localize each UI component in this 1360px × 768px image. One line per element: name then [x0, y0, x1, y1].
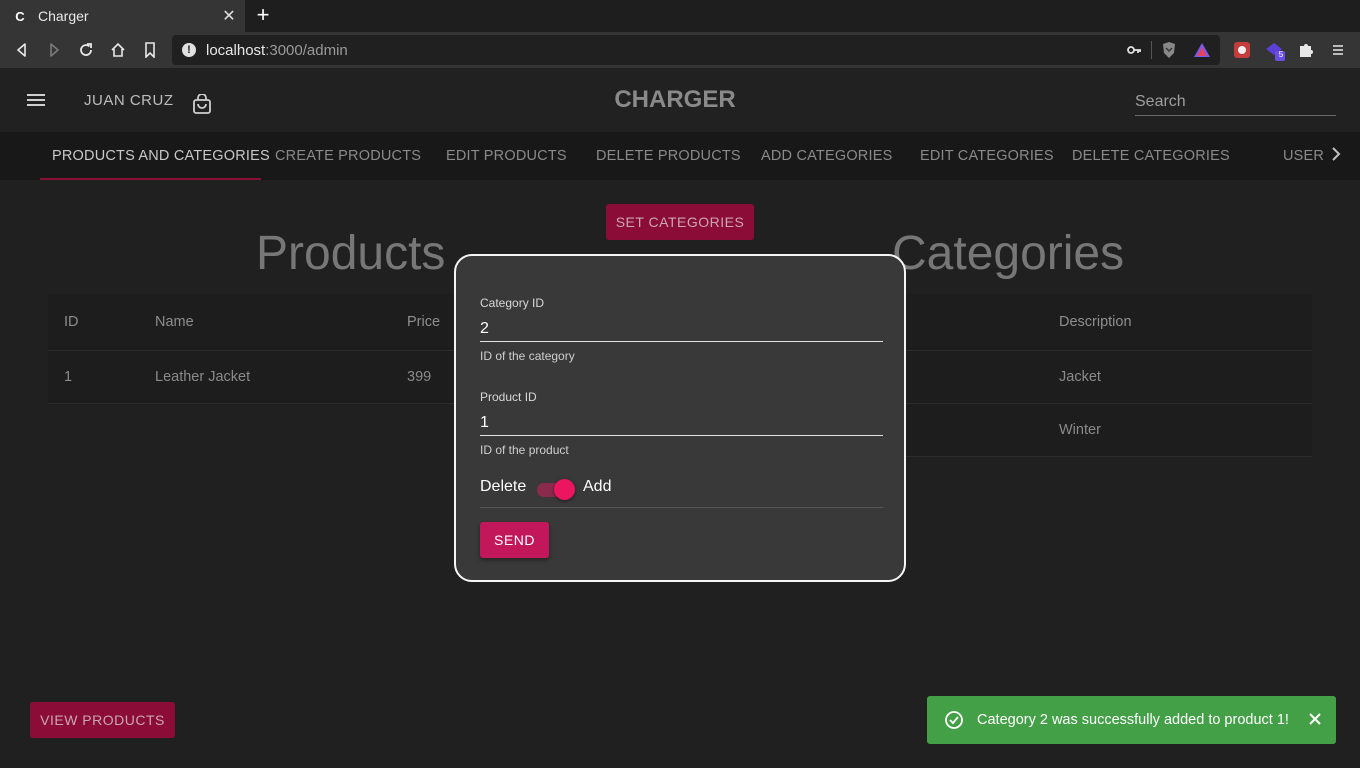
admin-tabs: PRODUCTS AND CATEGORIES CREATE PRODUCTS … [0, 132, 1360, 180]
extension-red-icon[interactable] [1231, 39, 1253, 61]
categories-table: Description Jacket Winter [890, 294, 1312, 457]
bookmark-icon[interactable] [137, 37, 163, 63]
cell-description: Winter [1059, 422, 1101, 438]
send-button[interactable]: SEND [480, 522, 549, 558]
address-bar[interactable]: ! localhost:3000/admin [172, 35, 1220, 65]
chevron-right-icon[interactable] [1330, 146, 1342, 167]
back-icon[interactable] [9, 37, 35, 63]
tab-products-and-categories[interactable]: PRODUCTS AND CATEGORIES [52, 132, 270, 180]
extensions-puzzle-icon[interactable] [1295, 39, 1317, 61]
column-header-name: Name [155, 314, 194, 330]
app-header: JUAN CRUZ CHARGER [0, 68, 1360, 132]
divider [1151, 41, 1152, 59]
extension-purple-icon[interactable]: 5 [1264, 39, 1286, 61]
cell-name: Leather Jacket [155, 369, 251, 385]
table-row[interactable]: Winter [890, 404, 1312, 457]
table-row[interactable]: 1 Leather Jacket 399 [48, 351, 468, 404]
delete-add-switch-row: Delete Add [480, 474, 883, 508]
check-circle-icon [944, 710, 964, 735]
switch-delete-label: Delete [480, 478, 527, 495]
forward-icon[interactable] [41, 37, 67, 63]
switch-add-label: Add [583, 478, 612, 495]
products-title: Products [256, 227, 446, 280]
set-categories-dialog: Category ID ID of the category Product I… [454, 254, 906, 582]
toast-message: Category 2 was successfully added to pro… [977, 712, 1289, 728]
tab-edit-categories[interactable]: EDIT CATEGORIES [920, 132, 1054, 180]
brave-shield-icon[interactable] [1158, 39, 1180, 61]
column-header-price: Price [407, 314, 441, 330]
cell-id: 1 [64, 369, 73, 385]
browser-tab[interactable]: C Charger ✕ [0, 0, 245, 32]
close-icon[interactable] [1307, 711, 1323, 732]
category-id-field[interactable] [480, 314, 883, 342]
categories-title: Categories [892, 227, 1125, 280]
cell-description: Jacket [1059, 369, 1101, 385]
browser-tab-strip: C Charger ✕ + [0, 0, 1360, 32]
tab-edit-products[interactable]: EDIT PRODUCTS [446, 132, 567, 180]
tab-add-categories[interactable]: ADD CATEGORIES [761, 132, 892, 180]
reload-icon[interactable] [73, 37, 99, 63]
column-header-id: ID [64, 314, 79, 330]
table-header-row: ID Name Price [48, 294, 468, 351]
tab-delete-categories[interactable]: DELETE CATEGORIES [1072, 132, 1230, 180]
key-icon[interactable] [1126, 42, 1142, 63]
new-tab-icon[interactable]: + [252, 4, 274, 26]
cell-price: 399 [407, 369, 432, 385]
tab-title: Charger [38, 8, 89, 24]
column-header-description: Description [1059, 314, 1132, 330]
tab-create-products[interactable]: CREATE PRODUCTS [275, 132, 421, 180]
delete-add-toggle[interactable] [537, 478, 575, 500]
category-id-help: ID of the category [480, 349, 575, 363]
tab-delete-products[interactable]: DELETE PRODUCTS [596, 132, 741, 180]
table-header-row: Description [890, 294, 1312, 351]
tab-user[interactable]: USER [1283, 132, 1324, 180]
search-input[interactable] [1135, 88, 1336, 116]
product-id-label: Product ID [480, 390, 537, 404]
success-toast: Category 2 was successfully added to pro… [927, 696, 1336, 744]
view-products-button[interactable]: VIEW PRODUCTS [30, 702, 175, 738]
url-text[interactable]: localhost:3000/admin [206, 42, 348, 59]
product-id-field[interactable] [480, 408, 883, 436]
products-table: ID Name Price 1 Leather Jacket 399 [48, 294, 468, 404]
active-tab-indicator [40, 178, 261, 180]
product-id-help: ID of the product [480, 443, 569, 457]
browser-menu-icon[interactable] [1327, 39, 1349, 61]
site-info-icon[interactable]: ! [182, 43, 196, 57]
table-row[interactable]: Jacket [890, 351, 1312, 404]
brave-rewards-icon[interactable] [1191, 39, 1213, 61]
category-id-label: Category ID [480, 296, 545, 310]
home-icon[interactable] [105, 37, 131, 63]
browser-toolbar: ! localhost:3000/admin 5 [0, 32, 1360, 68]
extension-badge: 5 [1278, 50, 1284, 59]
tab-close-icon[interactable]: ✕ [219, 6, 239, 26]
tab-favicon-icon: C [15, 8, 25, 24]
toggle-thumb[interactable] [554, 479, 575, 500]
set-categories-button[interactable]: SET CATEGORIES [606, 204, 754, 240]
